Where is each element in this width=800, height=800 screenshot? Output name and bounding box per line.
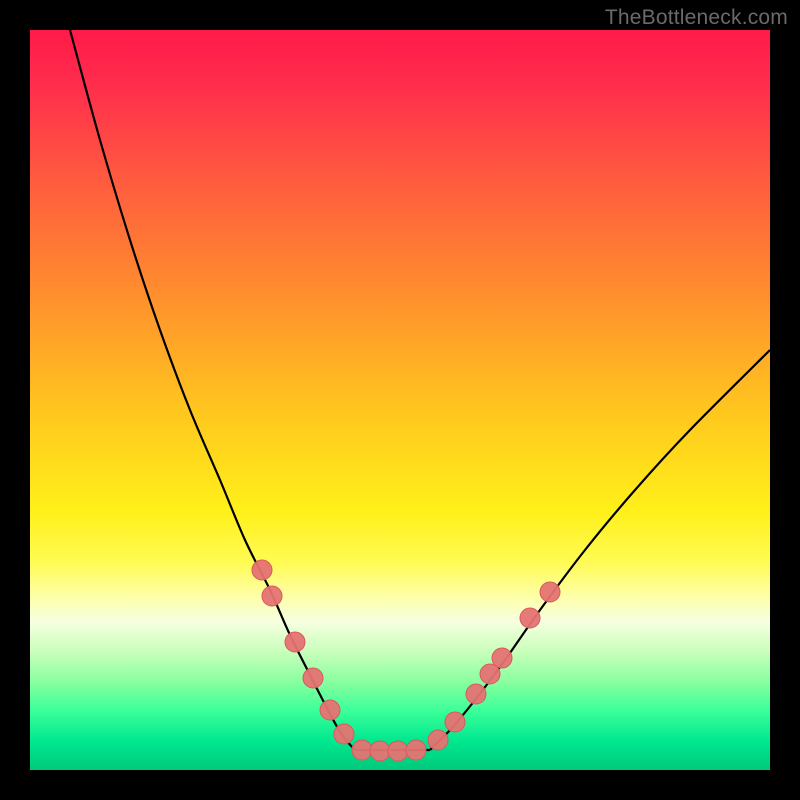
data-marker: [334, 724, 354, 744]
chart-svg: [30, 30, 770, 770]
data-marker: [262, 586, 282, 606]
watermark-text: TheBottleneck.com: [605, 6, 788, 30]
data-marker: [540, 582, 560, 602]
chart-frame: TheBottleneck.com: [0, 0, 800, 800]
data-marker: [406, 740, 426, 760]
data-marker: [466, 684, 486, 704]
data-marker: [252, 560, 272, 580]
plot-area: [30, 30, 770, 770]
data-marker: [388, 741, 408, 761]
data-marker: [428, 730, 448, 750]
curve-left: [70, 30, 355, 750]
data-marker: [445, 712, 465, 732]
data-marker: [492, 648, 512, 668]
data-marker: [320, 700, 340, 720]
curve-layer: [70, 30, 770, 750]
data-marker: [303, 668, 323, 688]
data-marker: [370, 741, 390, 761]
data-marker: [285, 632, 305, 652]
data-marker: [520, 608, 540, 628]
marker-layer: [252, 560, 560, 761]
data-marker: [352, 740, 372, 760]
